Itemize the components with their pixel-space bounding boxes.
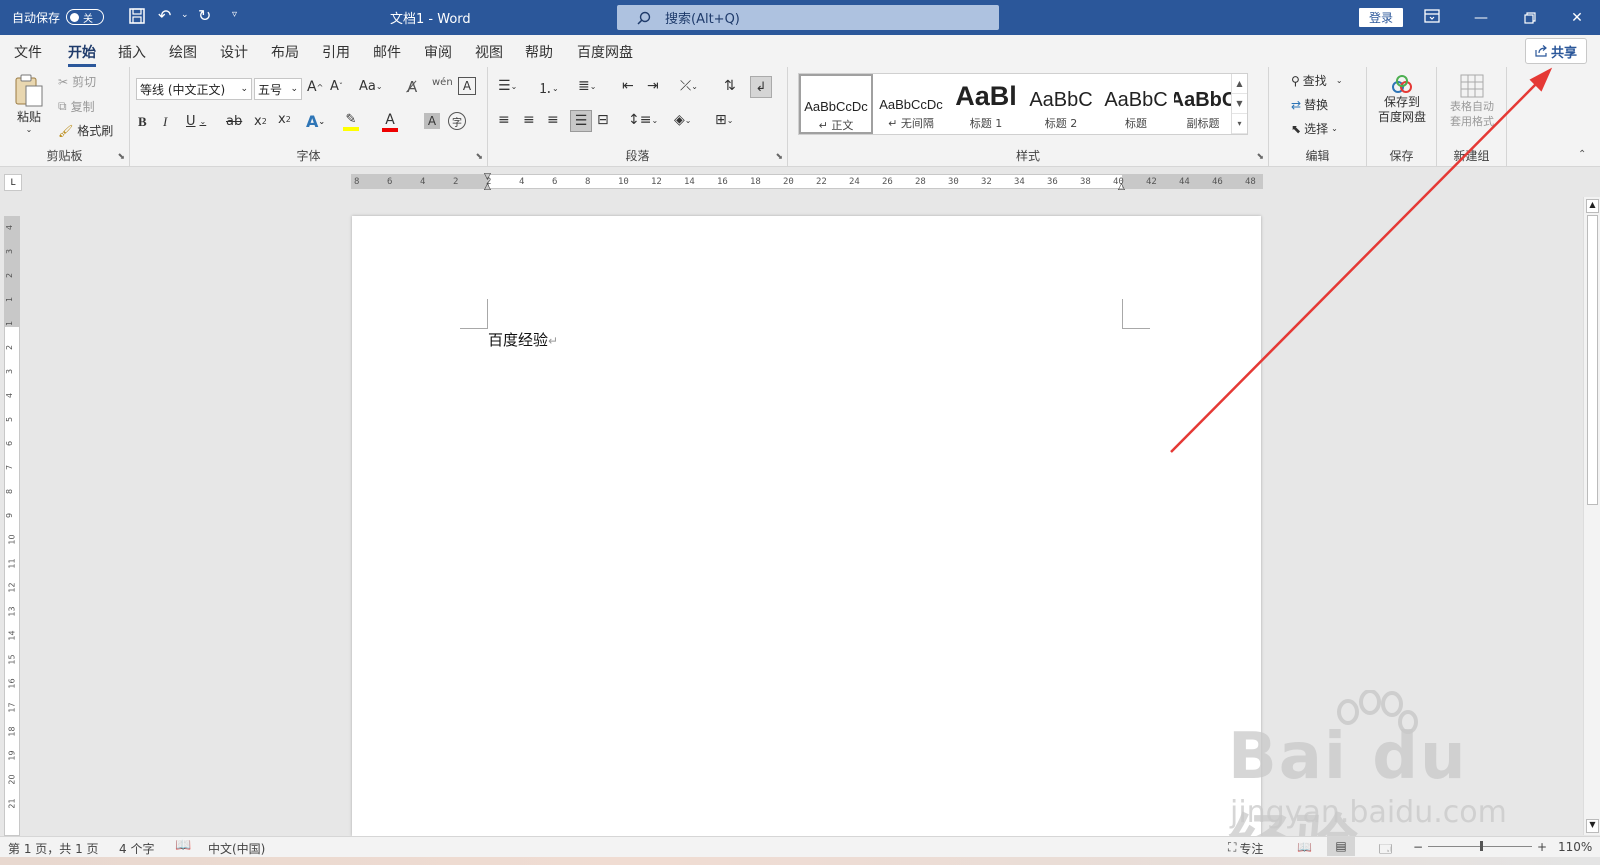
word-count[interactable]: 4 个字: [119, 840, 154, 857]
focus-icon: ⛶: [1228, 840, 1237, 854]
zoom-out-icon[interactable]: −: [1413, 840, 1423, 854]
taskbar-strip: [0, 857, 1600, 865]
zoom-slider-thumb[interactable]: [1480, 841, 1484, 851]
zoom-level[interactable]: 110%: [1558, 840, 1592, 854]
page-info[interactable]: 第 1 页，共 1 页: [8, 840, 99, 857]
zoom-in-icon[interactable]: +: [1537, 840, 1547, 854]
read-mode-icon[interactable]: 📖: [1297, 840, 1312, 854]
print-layout-icon[interactable]: ▤: [1327, 837, 1355, 856]
proofing-icon[interactable]: 📖: [175, 838, 191, 853]
zoom-slider[interactable]: [1428, 841, 1532, 851]
focus-button[interactable]: ⛶ 专注: [1228, 840, 1263, 857]
annotation-arrow-icon: [1170, 67, 1553, 453]
status-bar: 第 1 页，共 1 页 4 个字 📖 中文(中国) ⛶ 专注 📖 ▤ 🗔 − +…: [0, 836, 1600, 857]
focus-label: 专注: [1239, 842, 1264, 856]
language[interactable]: 中文(中国): [208, 840, 265, 857]
